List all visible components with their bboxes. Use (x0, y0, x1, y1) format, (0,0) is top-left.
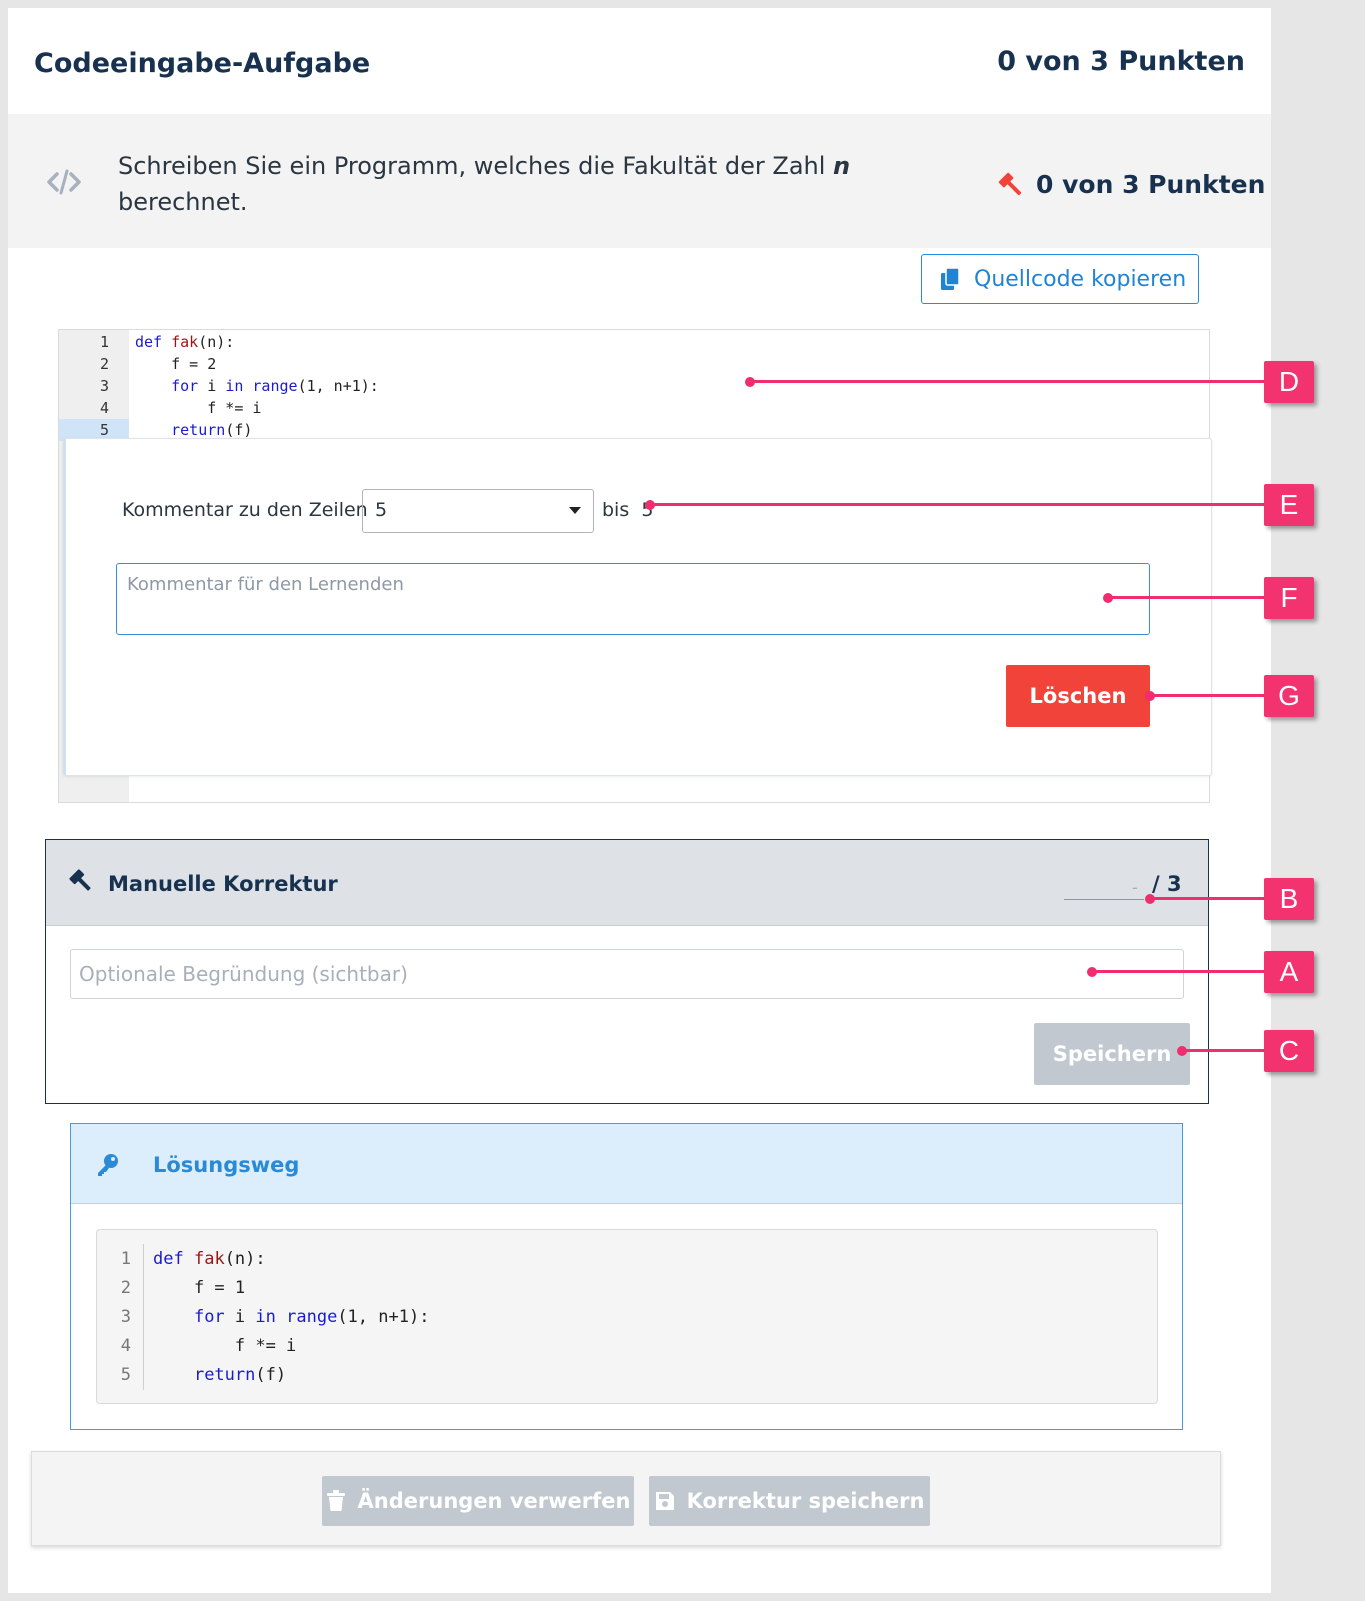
callout-label-d: D (1264, 361, 1314, 403)
score-input[interactable] (1064, 899, 1144, 900)
save-correction-label: Korrektur speichern (686, 1489, 925, 1513)
copy-source-button[interactable]: Quellcode kopieren (921, 254, 1199, 304)
task-description: Schreiben Sie ein Programm, welches die … (118, 148, 858, 220)
code-line[interactable]: def fak(n): (135, 331, 234, 353)
callout-label-g: G (1264, 675, 1314, 717)
callout-line (1182, 1049, 1265, 1052)
callout-line (650, 503, 1265, 506)
comment-lines-label: Kommentar zu den Zeilen (122, 499, 368, 521)
solution-line-number: 1 (120, 1249, 131, 1269)
callout-line (1108, 596, 1265, 599)
caret-down-icon (569, 507, 581, 514)
score-input-value[interactable]: - (1132, 878, 1138, 897)
callout-label-a: A (1264, 951, 1314, 993)
solution-code-line: return(f) (193, 1365, 287, 1385)
trash-icon (326, 1490, 345, 1511)
solution-code-block: 1 2 3 4 5 def fak(n): f = 1 for i in ran… (96, 1229, 1158, 1404)
key-icon (98, 1154, 118, 1176)
copy-icon (941, 267, 960, 290)
callout-line (1150, 897, 1265, 900)
task-variable: n (833, 152, 851, 180)
save-correction-button[interactable]: Korrektur speichern (649, 1476, 930, 1526)
gavel-icon (998, 172, 1022, 196)
callout-label-c: C (1264, 1030, 1314, 1072)
callout-label-b: B (1264, 878, 1314, 920)
task-panel: Schreiben Sie ein Programm, welches die … (8, 114, 1271, 248)
line-number[interactable]: 1 (59, 331, 129, 353)
manual-correction-title: Manuelle Korrektur (108, 872, 338, 896)
task-description-suffix: berechnet. (118, 188, 248, 216)
callout-line (750, 380, 1265, 383)
code-line[interactable]: f = 2 (135, 353, 216, 375)
bis-label: bis (602, 499, 630, 521)
total-points: 0 von 3 Punkten (997, 46, 1245, 77)
reason-input[interactable] (70, 949, 1184, 999)
solution-title: Lösungsweg (153, 1153, 300, 1177)
code-line[interactable]: for i in range(1, n+1): (135, 375, 379, 397)
discard-changes-label: Änderungen verwerfen (357, 1489, 631, 1513)
manual-correction-header: Manuelle Korrektur - / 3 (46, 840, 1208, 926)
code-line[interactable]: f *= i (135, 397, 261, 419)
solution-code-line: for i in range(1, n+1): (193, 1307, 430, 1327)
callout-line (1092, 970, 1265, 973)
callout-label-f: F (1264, 577, 1314, 619)
solution-line-number: 2 (120, 1278, 131, 1298)
copy-source-label: Quellcode kopieren (974, 266, 1187, 292)
solution-code-line: f *= i (153, 1336, 297, 1356)
solution-header[interactable]: Lösungsweg (71, 1124, 1182, 1204)
gavel-icon (69, 869, 91, 891)
line-number[interactable]: 3 (59, 375, 129, 397)
manual-correction-panel: Manuelle Korrektur - / 3 Speichern (45, 839, 1209, 1104)
save-icon (655, 1492, 674, 1510)
line-number[interactable]: 4 (59, 397, 129, 419)
solution-line-number: 5 (120, 1365, 131, 1385)
solution-code-line: def fak(n): (153, 1249, 266, 1269)
solution-line-number: 4 (120, 1336, 131, 1356)
delete-comment-button[interactable]: Löschen (1006, 665, 1150, 727)
task-points: 0 von 3 Punkten (1036, 170, 1266, 199)
code-icon (47, 169, 81, 195)
comment-textarea[interactable] (116, 563, 1150, 635)
solution-panel: Lösungsweg 1 2 3 4 5 def fak(n): f = 1 f… (70, 1123, 1183, 1430)
comment-from-line-select[interactable]: 5 (362, 489, 594, 533)
line-number[interactable]: 2 (59, 353, 129, 375)
solution-code-line: f = 1 (153, 1278, 246, 1298)
callout-line (1150, 694, 1265, 697)
save-manual-correction-button[interactable]: Speichern (1034, 1023, 1190, 1085)
header: Codeeingabe-Aufgabe 0 von 3 Punkten (8, 8, 1271, 114)
task-description-prefix: Schreiben Sie ein Programm, welches die … (118, 152, 834, 180)
comment-from-line-value: 5 (375, 499, 388, 521)
solution-gutter-divider (143, 1244, 144, 1390)
solution-line-number: 3 (120, 1307, 131, 1327)
code-editor[interactable]: 1 2 3 4 5 def fak(n): f = 2 for i in ran… (58, 329, 1212, 803)
page: Codeeingabe-Aufgabe 0 von 3 Punkten Schr… (8, 8, 1271, 1593)
callout-label-e: E (1264, 484, 1314, 526)
score-max: / 3 (1152, 872, 1182, 896)
page-title: Codeeingabe-Aufgabe (34, 48, 371, 79)
line-comment-box: Kommentar zu den Zeilen 5 bis 5 Löschen (63, 438, 1212, 776)
discard-changes-button[interactable]: Änderungen verwerfen (322, 1476, 634, 1526)
footer-bar: Änderungen verwerfen Korrektur speichern (31, 1451, 1221, 1546)
